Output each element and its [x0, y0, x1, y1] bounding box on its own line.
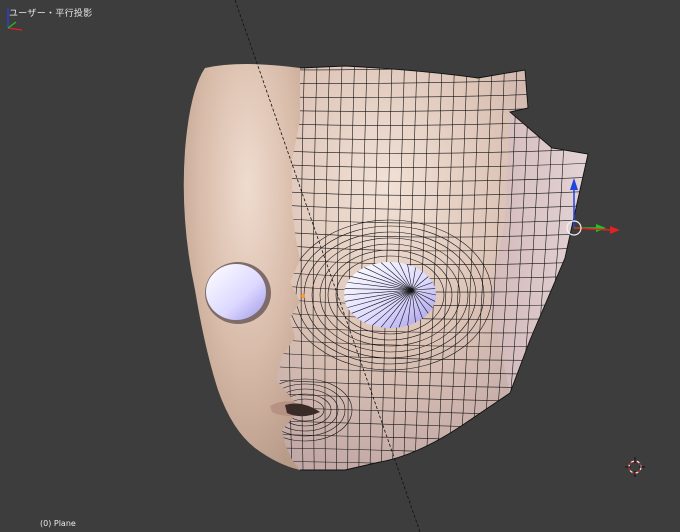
3d-cursor-icon[interactable]: [625, 457, 645, 477]
face-smooth-half: [183, 64, 300, 470]
left-eye: [206, 264, 266, 320]
face-mesh-half: [276, 65, 589, 471]
selected-vertex[interactable]: [301, 294, 305, 298]
axis-orientation-icon: [7, 8, 23, 31]
viewport-canvas[interactable]: [0, 0, 680, 532]
active-object-label: (0) Plane: [40, 519, 76, 528]
3d-viewport[interactable]: ユーザー・平行投影 (0) Plane: [0, 0, 680, 532]
